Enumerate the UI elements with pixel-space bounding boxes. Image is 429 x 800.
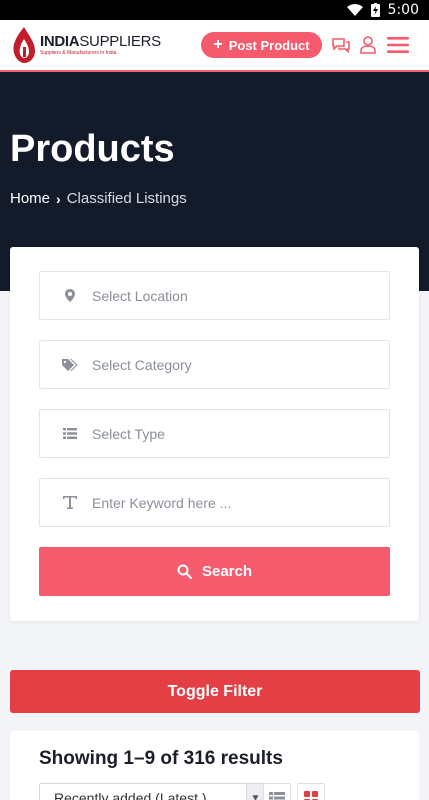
battery-charging-icon bbox=[370, 3, 380, 17]
results-panel: Showing 1–9 of 316 results Recently adde… bbox=[10, 731, 419, 800]
grid-view-icon bbox=[304, 791, 318, 800]
breadcrumb-current: Classified Listings bbox=[66, 190, 187, 207]
logo-text-bold: INDIA bbox=[40, 33, 80, 50]
grid-view-button[interactable] bbox=[297, 783, 325, 800]
type-placeholder: Select Type bbox=[92, 425, 165, 442]
list-view-button[interactable] bbox=[263, 783, 291, 800]
user-icon[interactable] bbox=[356, 33, 380, 57]
toggle-filter-button[interactable]: Toggle Filter bbox=[10, 670, 420, 713]
wifi-icon bbox=[346, 4, 363, 16]
logo-text-light: SUPPLIERS bbox=[79, 33, 161, 50]
results-count: Showing 1–9 of 316 results bbox=[39, 748, 283, 769]
site-logo[interactable]: INDIASUPPLIERS Suppliers & Manufacturers… bbox=[10, 25, 161, 65]
map-marker-icon bbox=[62, 288, 78, 304]
post-product-button[interactable]: + Post Product bbox=[201, 32, 322, 58]
chevron-down-icon: ▼ bbox=[246, 784, 264, 800]
logo-tagline: Suppliers & Manufacturers in India bbox=[40, 50, 117, 56]
breadcrumb-home-link[interactable]: Home bbox=[10, 190, 50, 207]
location-select[interactable]: Select Location bbox=[39, 271, 390, 320]
chevron-right-icon: › bbox=[56, 190, 61, 207]
keyword-placeholder: Enter Keyword here ... bbox=[92, 494, 232, 511]
list-view-icon bbox=[269, 792, 285, 800]
breadcrumb: Home › Classified Listings bbox=[10, 190, 187, 207]
search-button[interactable]: Search bbox=[39, 547, 390, 596]
post-product-label: Post Product bbox=[228, 37, 310, 53]
text-icon bbox=[62, 495, 78, 511]
search-icon bbox=[177, 564, 192, 579]
location-placeholder: Select Location bbox=[92, 287, 188, 304]
status-bar: 5:00 bbox=[0, 0, 429, 20]
plus-icon: + bbox=[213, 36, 223, 53]
tags-icon bbox=[62, 357, 78, 373]
search-filter-panel: Select Location Select Category Select T… bbox=[10, 247, 419, 621]
chat-icon[interactable] bbox=[329, 33, 353, 57]
keyword-input[interactable]: Enter Keyword here ... bbox=[39, 478, 390, 527]
menu-icon[interactable] bbox=[386, 33, 410, 57]
flame-logo-icon bbox=[13, 27, 35, 63]
category-select[interactable]: Select Category bbox=[39, 340, 390, 389]
page-title: Products bbox=[10, 128, 175, 170]
clock: 5:00 bbox=[387, 2, 419, 18]
list-icon bbox=[62, 426, 78, 442]
sort-selected-value: Recently added (Latest ) bbox=[54, 790, 207, 800]
category-placeholder: Select Category bbox=[92, 356, 192, 373]
type-select[interactable]: Select Type bbox=[39, 409, 390, 458]
app-header: INDIASUPPLIERS Suppliers & Manufacturers… bbox=[0, 20, 429, 72]
search-button-label: Search bbox=[201, 563, 253, 580]
sort-select[interactable]: Recently added (Latest ) ▼ bbox=[39, 783, 265, 800]
